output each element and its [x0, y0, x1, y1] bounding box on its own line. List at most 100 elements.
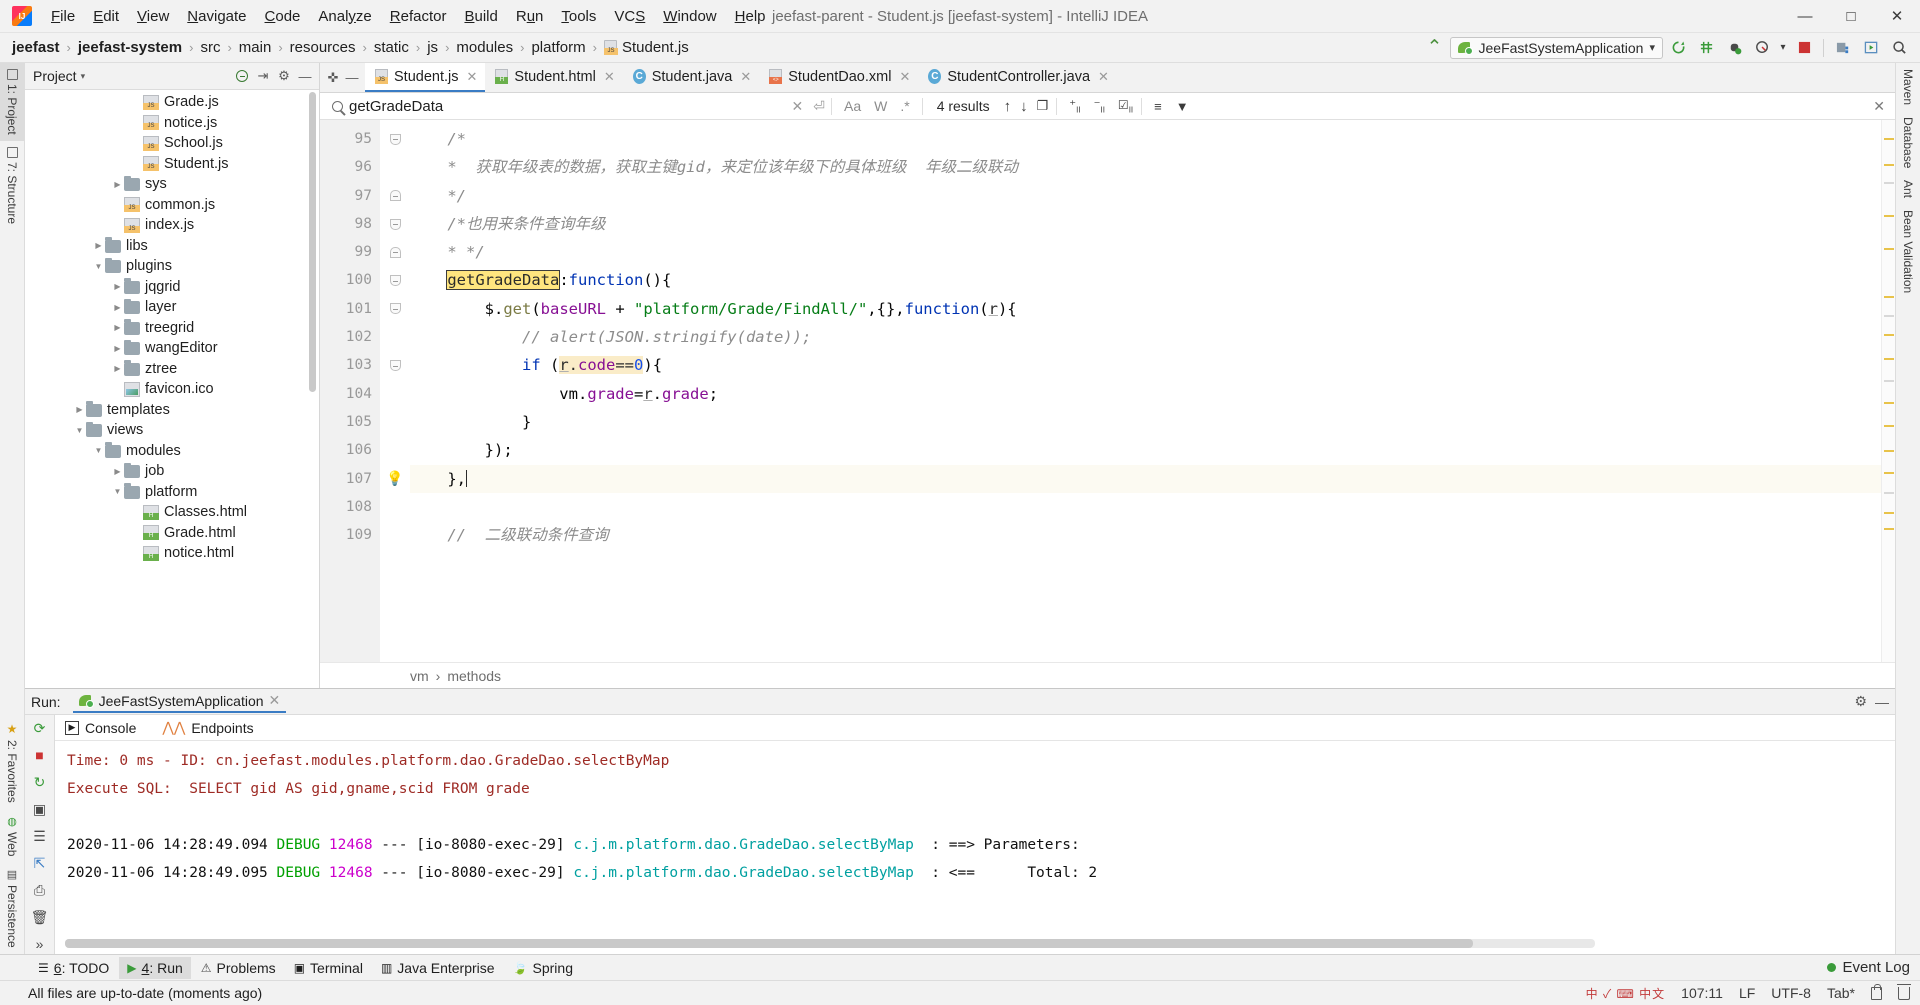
chevron-right-icon[interactable]: ▶ — [111, 282, 124, 291]
filter-icon[interactable]: ▼ — [1176, 99, 1189, 114]
console-horizontal-scrollbar[interactable] — [65, 939, 1595, 948]
tool-window-button-problems[interactable]: ⚠ Problems — [193, 957, 284, 979]
settings-gear-icon[interactable]: ⚙ — [274, 66, 294, 86]
regex-toggle[interactable]: .* — [900, 98, 909, 114]
menu-item-view[interactable]: View — [128, 4, 178, 29]
chevron-down-icon[interactable]: ▾ — [1777, 36, 1789, 60]
breadcrumb-item-js[interactable]: js — [427, 39, 438, 56]
tree-node-modules[interactable]: ▼ modules — [25, 441, 319, 462]
fold-marker[interactable] — [380, 210, 410, 238]
right-rail-item-bean-validation[interactable]: Bean Validation — [1896, 204, 1920, 299]
project-structure-icon[interactable] — [1830, 36, 1856, 60]
console-output[interactable]: Time: 0 ms - ID: cn.jeefast.modules.plat… — [55, 741, 1895, 954]
chevron-down-icon[interactable]: ▾ — [1649, 41, 1655, 54]
match-case-toggle[interactable]: Aa — [844, 98, 861, 114]
close-button[interactable]: ✕ — [1874, 0, 1920, 33]
menu-item-analyze[interactable]: Analyze — [309, 4, 380, 29]
tree-node-school-js[interactable]: School.js — [25, 133, 319, 154]
sidebar-item-project[interactable]: 1: Project — [0, 63, 24, 141]
fold-marker[interactable]: 💡 — [380, 465, 410, 493]
close-tab-icon[interactable]: ✕ — [467, 69, 478, 85]
chevron-right-icon[interactable]: ▶ — [73, 405, 86, 414]
file-encoding[interactable]: UTF-8 — [1771, 985, 1811, 1001]
chevron-right-icon[interactable]: ▶ — [111, 467, 124, 476]
tree-node-plugins[interactable]: ▼ plugins — [25, 256, 319, 277]
open-in-find-window-icon[interactable]: ❐ — [1037, 98, 1049, 114]
fold-region-icon[interactable] — [389, 218, 401, 230]
tree-node-platform[interactable]: ▼ platform — [25, 482, 319, 503]
fold-marker[interactable] — [380, 351, 410, 379]
search-input[interactable]: getGradeData ✕ ⏎ — [326, 95, 831, 118]
restart-icon[interactable]: ↻ — [30, 772, 50, 792]
chevron-right-icon[interactable]: ▶ — [111, 180, 124, 189]
tree-node-classes-html[interactable]: Classes.html — [25, 502, 319, 523]
breadcrumb-item-student-js[interactable]: Student.js — [603, 39, 689, 56]
select-all-occurrences-icon[interactable]: ☑II — [1118, 98, 1133, 114]
tree-node-grade-html[interactable]: Grade.html — [25, 523, 319, 544]
collapse-all-icon[interactable]: ⇥ — [253, 66, 273, 86]
search-history-icon[interactable]: ⏎ — [813, 98, 825, 115]
tree-node-jqgrid[interactable]: ▶ jqgrid — [25, 277, 319, 298]
breadcrumb-item-modules[interactable]: modules — [456, 39, 513, 56]
breadcrumb-item-src[interactable]: src — [200, 39, 220, 56]
hide-panel-icon[interactable]: — — [1875, 694, 1889, 710]
tree-node-student-js[interactable]: Student.js — [25, 154, 319, 175]
menu-item-help[interactable]: Help — [726, 4, 775, 29]
right-rail-item-database[interactable]: Database — [1896, 111, 1920, 174]
threads-icon[interactable]: ☰ — [30, 826, 50, 846]
export-icon[interactable]: ⇱ — [30, 853, 50, 873]
clear-search-icon[interactable]: ✕ — [792, 98, 804, 115]
find-previous-icon[interactable]: ↑ — [1004, 98, 1012, 115]
chevron-down-icon[interactable]: ▼ — [73, 426, 86, 435]
chevron-right-icon[interactable]: ▶ — [111, 323, 124, 332]
more-actions-icon[interactable]: » — [30, 934, 50, 954]
editor-tab-studentdao-xml[interactable]: StudentDao.xml ✕ — [759, 63, 918, 92]
chevron-down-icon[interactable]: ▼ — [92, 446, 105, 455]
menu-item-edit[interactable]: Edit — [84, 4, 128, 29]
right-rail-item-maven[interactable]: Maven — [1896, 63, 1920, 111]
fold-region-icon[interactable] — [389, 303, 401, 315]
tree-node-ztree[interactable]: ▶ ztree — [25, 359, 319, 380]
run-configuration-tab[interactable]: JeeFastSystemApplication ✕ — [72, 690, 287, 713]
tool-window-button-terminal[interactable]: ▣ Terminal — [286, 957, 371, 979]
tab-console[interactable]: ▶ Console — [61, 718, 140, 738]
tree-node-notice-js[interactable]: notice.js — [25, 113, 319, 134]
sidebar-item-structure[interactable]: 7: Structure — [0, 141, 24, 230]
rerun-icon[interactable]: ⟳ — [30, 718, 50, 738]
select-in-icon[interactable] — [1858, 36, 1884, 60]
stop-icon[interactable]: ■ — [30, 745, 50, 765]
menu-item-refactor[interactable]: Refactor — [381, 4, 456, 29]
tree-node-templates[interactable]: ▶ templates — [25, 400, 319, 421]
coverage-icon[interactable] — [1749, 36, 1775, 60]
breadcrumb-vm[interactable]: vm — [410, 668, 429, 684]
fold-marker[interactable] — [380, 238, 410, 266]
editor-tab-student-js[interactable]: Student.js ✕ — [365, 63, 486, 92]
remove-selection-icon[interactable]: ⁻II — [1094, 97, 1105, 115]
chevron-down-icon[interactable]: ▼ — [111, 487, 124, 496]
words-toggle[interactable]: W — [874, 98, 887, 114]
fold-region-icon[interactable] — [389, 246, 401, 258]
tree-node-treegrid[interactable]: ▶ treegrid — [25, 318, 319, 339]
lock-icon[interactable] — [1871, 983, 1882, 1000]
fold-region-icon[interactable] — [389, 360, 401, 372]
breadcrumb-methods[interactable]: methods — [447, 668, 501, 684]
menu-item-build[interactable]: Build — [455, 4, 506, 29]
close-icon[interactable]: ✕ — [269, 692, 281, 709]
tree-node-common-js[interactable]: common.js — [25, 195, 319, 216]
chevron-right-icon[interactable]: ▶ — [111, 364, 124, 373]
menu-item-file[interactable]: File — [42, 4, 84, 29]
close-tab-icon[interactable]: ✕ — [604, 69, 615, 85]
chevron-down-icon[interactable]: ▾ — [81, 71, 86, 82]
editor-tab-student-java[interactable]: Student.java ✕ — [623, 63, 760, 92]
breadcrumb-item-jeefast-system[interactable]: jeefast-system — [78, 39, 182, 56]
code-editor[interactable]: 95 96 97 98 99 100 101 102 103 104 105 106 107 108 109… — [320, 120, 1895, 662]
line-separator[interactable]: LF — [1739, 985, 1755, 1001]
chevron-right-icon[interactable]: ▶ — [111, 344, 124, 353]
editor-tab-student-html[interactable]: Student.html ✕ — [485, 63, 622, 92]
settings-gear-icon[interactable]: ⚙ — [1854, 693, 1867, 710]
tool-window-button-4--run[interactable]: ▶ 4: Run — [119, 956, 191, 979]
breadcrumb-item-resources[interactable]: resources — [290, 39, 356, 56]
build-hammer-icon[interactable]: ⌃ — [1422, 36, 1448, 60]
sidebar-item-favorites[interactable]: ★ 2: Favorites — [0, 716, 24, 809]
tree-node-wangeditor[interactable]: ▶ wangEditor — [25, 338, 319, 359]
